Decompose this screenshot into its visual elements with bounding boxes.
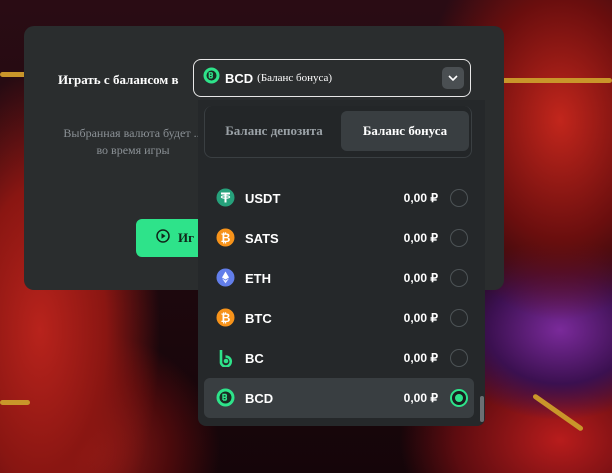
sats-icon: ₿ bbox=[216, 228, 235, 252]
selected-currency-code: BCD bbox=[225, 70, 254, 86]
currency-radio[interactable] bbox=[450, 229, 468, 247]
currency-code: USDT bbox=[245, 190, 281, 206]
chevron-down-icon[interactable] bbox=[442, 67, 464, 89]
currency-option-sats[interactable]: ₿ SATS 0,00 ₽ bbox=[204, 218, 474, 258]
bcd-coin-icon bbox=[203, 67, 220, 89]
currency-option-bc[interactable]: BC 0,00 ₽ bbox=[204, 338, 474, 378]
dropdown-scrollbar[interactable] bbox=[480, 396, 484, 422]
currency-radio[interactable] bbox=[450, 349, 468, 367]
currency-option-btc[interactable]: ₿ BTC 0,00 ₽ bbox=[204, 298, 474, 338]
background-decoration bbox=[500, 78, 612, 83]
currency-code: SATS bbox=[245, 230, 279, 246]
currency-option-bcd[interactable]: BCD 0,00 ₽ bbox=[204, 378, 474, 418]
play-button-label: Иг bbox=[178, 230, 195, 245]
balance-label: Играть с балансом в bbox=[58, 72, 179, 87]
currency-radio[interactable] bbox=[450, 269, 468, 287]
tab-deposit-balance[interactable]: Баланс депозита bbox=[211, 111, 337, 151]
currency-code: BCD bbox=[245, 390, 274, 406]
currency-code: ETH bbox=[245, 270, 271, 286]
tab-bonus-balance[interactable]: Баланс бонуса bbox=[341, 111, 469, 151]
currency-option-usdt[interactable]: USDT 0,00 ₽ bbox=[204, 178, 474, 218]
usdt-icon bbox=[216, 188, 235, 212]
currency-radio[interactable] bbox=[450, 189, 468, 207]
btc-icon: ₿ bbox=[216, 308, 235, 332]
currency-list: USDT 0,00 ₽ ₿ SATS 0,00 ₽ ETH 0,00 ₽ ₿ B… bbox=[204, 178, 474, 418]
currency-amount: 0,00 ₽ bbox=[403, 271, 438, 285]
svg-text:₿: ₿ bbox=[221, 231, 231, 245]
currency-code: BC bbox=[245, 350, 264, 366]
balance-tabs: Баланс депозита Баланс бонуса bbox=[204, 106, 472, 158]
currency-amount: 0,00 ₽ bbox=[403, 391, 438, 405]
currency-selector[interactable]: BCD (Баланс бонуса) bbox=[193, 59, 471, 97]
selected-balance-type: (Баланс бонуса) bbox=[257, 72, 333, 84]
currency-dropdown: Баланс депозита Баланс бонуса USDT 0,00 … bbox=[198, 100, 485, 426]
currency-amount: 0,00 ₽ bbox=[403, 311, 438, 325]
play-button[interactable]: Иг bbox=[136, 219, 204, 257]
eth-icon bbox=[216, 268, 235, 292]
play-icon bbox=[156, 228, 170, 248]
currency-amount: 0,00 ₽ bbox=[403, 351, 438, 365]
currency-amount: 0,00 ₽ bbox=[403, 231, 438, 245]
currency-option-eth[interactable]: ETH 0,00 ₽ bbox=[204, 258, 474, 298]
currency-description: Выбранная валюта будет ... во время игры bbox=[63, 126, 203, 157]
svg-text:₿: ₿ bbox=[221, 311, 231, 325]
background-decoration bbox=[0, 400, 30, 405]
currency-radio-selected[interactable] bbox=[450, 389, 468, 407]
bcd-icon bbox=[216, 388, 235, 412]
currency-amount: 0,00 ₽ bbox=[403, 191, 438, 205]
currency-radio[interactable] bbox=[450, 309, 468, 327]
bc-icon bbox=[216, 348, 235, 372]
currency-code: BTC bbox=[245, 310, 272, 326]
